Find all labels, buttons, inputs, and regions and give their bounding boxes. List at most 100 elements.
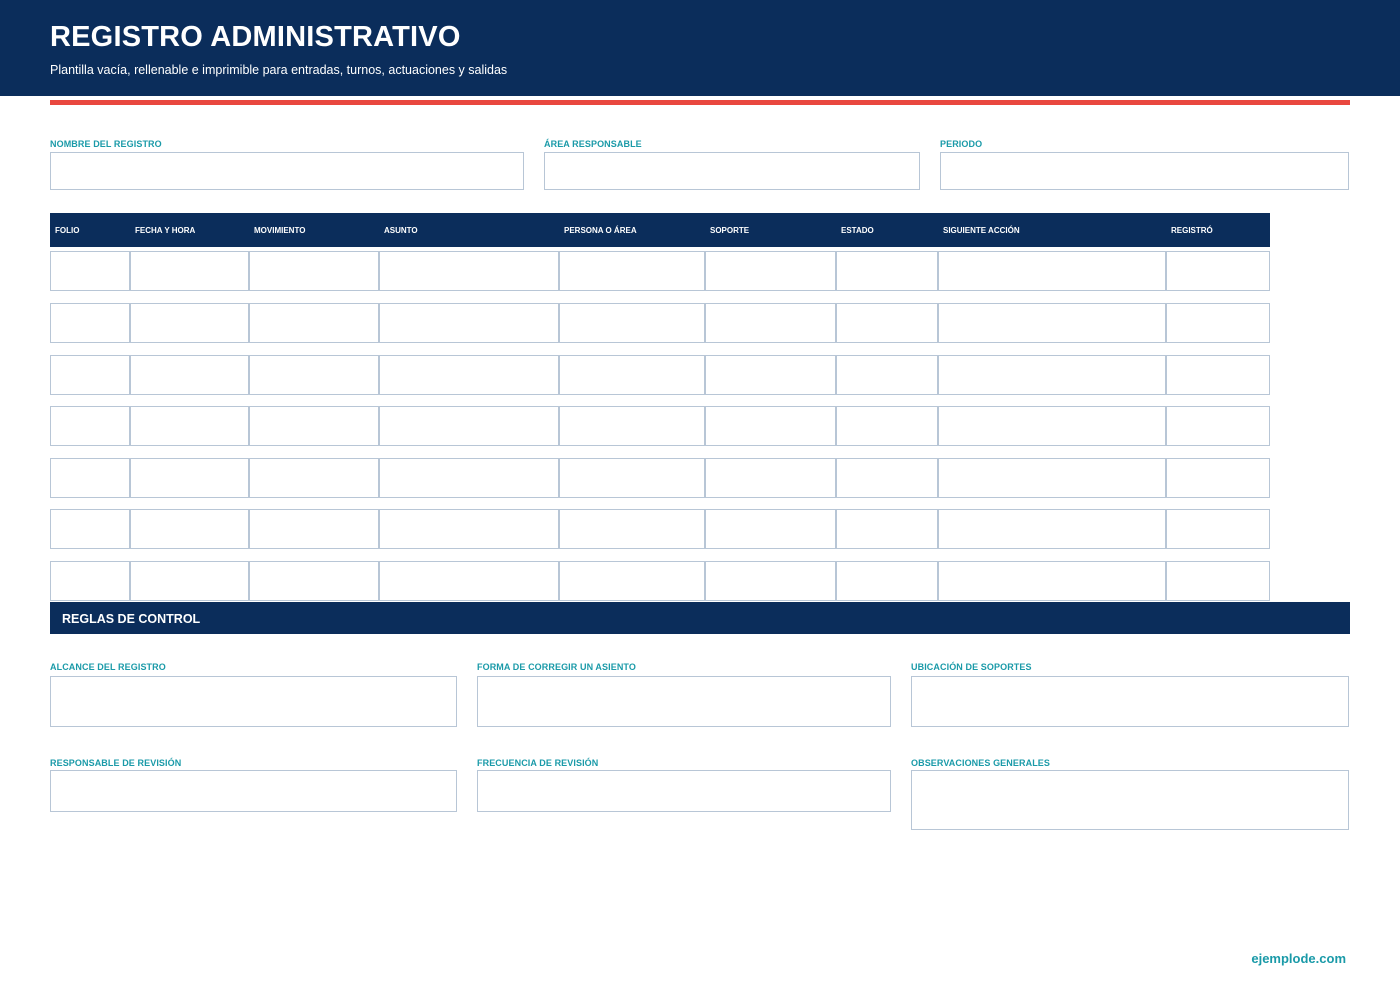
table-cell[interactable] [705, 561, 836, 601]
table-cell[interactable] [1166, 303, 1270, 343]
table-cell[interactable] [836, 355, 938, 395]
field-label-periodo: PERIODO [940, 139, 983, 149]
table-cell[interactable] [559, 561, 705, 601]
table-cell[interactable] [938, 458, 1166, 498]
table-cell[interactable] [1166, 355, 1270, 395]
table-cell[interactable] [249, 355, 379, 395]
table-cell[interactable] [938, 509, 1166, 549]
table-cell[interactable] [130, 303, 249, 343]
field-label-area-responsable: ÁREA RESPONSABLE [544, 139, 642, 149]
table-cell[interactable] [938, 561, 1166, 601]
table-cell[interactable] [130, 561, 249, 601]
table-cell[interactable] [50, 355, 130, 395]
table-cell[interactable] [249, 458, 379, 498]
table-cell[interactable] [705, 251, 836, 291]
table-cell[interactable] [938, 355, 1166, 395]
column-header-fecha-hora: FECHA Y HORA [135, 226, 196, 235]
accent-divider [50, 100, 1350, 105]
table-row [50, 355, 1270, 395]
page-title: REGISTRO ADMINISTRATIVO [50, 21, 461, 53]
table-cell[interactable] [379, 303, 559, 343]
table-cell[interactable] [249, 251, 379, 291]
table-cell[interactable] [379, 251, 559, 291]
table-cell[interactable] [705, 303, 836, 343]
table-cell[interactable] [50, 561, 130, 601]
table-cell[interactable] [559, 355, 705, 395]
table-cell[interactable] [836, 561, 938, 601]
field-label-forma-corregir: FORMA DE CORREGIR UN ASIENTO [477, 662, 636, 672]
table-cell[interactable] [249, 509, 379, 549]
table-cell[interactable] [249, 303, 379, 343]
column-header-asunto: ASUNTO [384, 226, 418, 235]
table-cell[interactable] [1166, 561, 1270, 601]
column-header-registro: REGISTRÓ [1171, 226, 1213, 235]
table-cell[interactable] [559, 406, 705, 446]
column-header-estado: ESTADO [841, 226, 874, 235]
table-cell[interactable] [705, 355, 836, 395]
table-cell[interactable] [50, 406, 130, 446]
table-cell[interactable] [1166, 458, 1270, 498]
page-subtitle: Plantilla vacía, rellenable e imprimible… [50, 63, 508, 77]
table-cell[interactable] [836, 251, 938, 291]
column-header-movimiento: MOVIMIENTO [254, 226, 306, 235]
table-cell[interactable] [1166, 406, 1270, 446]
table-row [50, 303, 1270, 343]
forma-corregir-field[interactable] [477, 676, 891, 727]
table-cell[interactable] [938, 406, 1166, 446]
table-cell[interactable] [938, 303, 1166, 343]
table-cell[interactable] [249, 561, 379, 601]
table-cell[interactable] [50, 251, 130, 291]
table-cell[interactable] [379, 355, 559, 395]
nombre-registro-field[interactable] [50, 152, 524, 190]
column-header-folio: FOLIO [55, 226, 80, 235]
table-cell[interactable] [130, 509, 249, 549]
table-cell[interactable] [1166, 251, 1270, 291]
table-cell[interactable] [559, 509, 705, 549]
table-cell[interactable] [379, 561, 559, 601]
table-row [50, 458, 1270, 498]
field-label-frecuencia-revision: FRECUENCIA DE REVISIÓN [477, 758, 599, 768]
table-cell[interactable] [130, 355, 249, 395]
field-label-observaciones: OBSERVACIONES GENERALES [911, 758, 1050, 768]
table-row [50, 509, 1270, 549]
column-header-siguiente-accion: SIGUIENTE ACCIÓN [943, 226, 1020, 235]
table-cell[interactable] [705, 509, 836, 549]
table-cell[interactable] [559, 251, 705, 291]
table-row [50, 406, 1270, 446]
periodo-field[interactable] [940, 152, 1349, 190]
table-cell[interactable] [379, 458, 559, 498]
table-row [50, 251, 1270, 291]
section-title: REGLAS DE CONTROL [62, 612, 201, 626]
ubicacion-soportes-field[interactable] [911, 676, 1349, 727]
table-cell[interactable] [938, 251, 1166, 291]
table-cell[interactable] [836, 458, 938, 498]
observaciones-field[interactable] [911, 770, 1349, 830]
table-cell[interactable] [130, 458, 249, 498]
table-cell[interactable] [1166, 509, 1270, 549]
area-responsable-field[interactable] [544, 152, 920, 190]
table-cell[interactable] [836, 509, 938, 549]
table-cell[interactable] [836, 303, 938, 343]
footer-brand: ejemplode.com [1251, 951, 1346, 966]
table-cell[interactable] [130, 251, 249, 291]
table-cell[interactable] [705, 458, 836, 498]
table-cell[interactable] [379, 406, 559, 446]
table-cell[interactable] [559, 303, 705, 343]
frecuencia-revision-field[interactable] [477, 770, 891, 812]
field-label-nombre-registro: NOMBRE DEL REGISTRO [50, 139, 162, 149]
table-cell[interactable] [50, 303, 130, 343]
responsable-revision-field[interactable] [50, 770, 457, 812]
table-header: FOLIO FECHA Y HORA MOVIMIENTO ASUNTO PER… [50, 213, 1270, 247]
table-cell[interactable] [130, 406, 249, 446]
field-label-ubicacion-soportes: UBICACIÓN DE SOPORTES [911, 662, 1032, 672]
column-header-persona-area: PERSONA O ÁREA [564, 226, 637, 235]
table-cell[interactable] [249, 406, 379, 446]
table-cell[interactable] [559, 458, 705, 498]
table-cell[interactable] [836, 406, 938, 446]
table-cell[interactable] [50, 509, 130, 549]
alcance-field[interactable] [50, 676, 457, 727]
table-cell[interactable] [50, 458, 130, 498]
table-row [50, 561, 1270, 601]
table-cell[interactable] [705, 406, 836, 446]
table-cell[interactable] [379, 509, 559, 549]
